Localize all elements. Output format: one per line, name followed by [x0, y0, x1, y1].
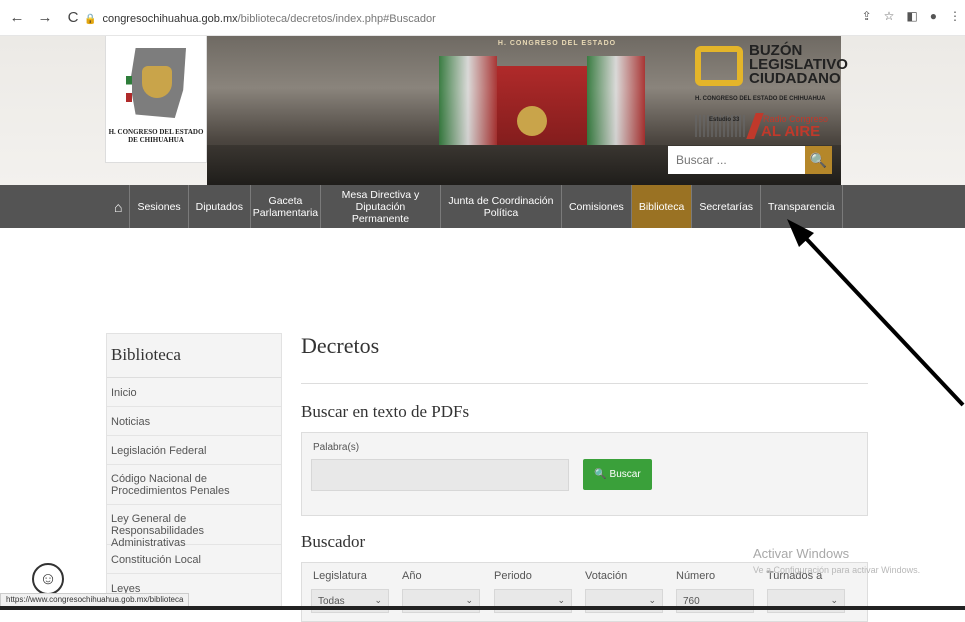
url-path: /biblioteca/decretos/index.php#Buscador	[237, 13, 436, 25]
activate-windows-title: Activar Windows	[753, 546, 850, 561]
url-host: congresochihuahua.gob.mx	[102, 13, 238, 25]
menu-item-junta[interactable]: Junta de Coordinación Política	[439, 185, 561, 228]
taskbar-edge	[0, 606, 965, 610]
menu-item-diputados[interactable]: Diputados	[187, 185, 250, 228]
photo-banner: H. CONGRESO DEL ESTADO	[497, 40, 617, 47]
radio-congreso-banner[interactable]: Estudio 33 Radio Congreso AL AIRE	[695, 113, 837, 140]
buscador-title: Buscador	[301, 532, 366, 551]
sidebar-title: Biblioteca	[107, 334, 281, 378]
sidebar-item-constitucion-local[interactable]: Constitución Local	[107, 545, 281, 574]
menu-item-mesa-directiva[interactable]: Mesa Directiva y Diputación Permanente	[319, 185, 440, 228]
forward-icon[interactable]: →	[34, 9, 56, 26]
menu-item-secretarias[interactable]: Secretarías	[691, 185, 760, 228]
pdf-section-title: Buscar en texto de PDFs	[301, 402, 470, 421]
chevron-down-icon: ⌄	[557, 595, 565, 605]
word-label: Palabra(s)	[313, 442, 360, 453]
logo-text: H. CONGRESO DEL ESTADO DE CHIHUAHUA	[108, 128, 204, 144]
buzon-legislativo-banner[interactable]: BUZÓN LEGISLATIVO CIUDADANO H. CONGRESO …	[695, 43, 848, 106]
sidebar: Biblioteca Inicio Noticias Legislación F…	[106, 333, 282, 610]
chevron-down-icon: ⌄	[465, 595, 473, 605]
menu-item-transparencia[interactable]: Transparencia	[760, 185, 843, 228]
reload-icon[interactable]: C	[62, 9, 84, 26]
filter-label-legislatura: Legislatura	[313, 570, 367, 582]
activate-windows-subtitle: Ve a Configuración para activar Windows.	[753, 565, 921, 575]
panel-icon[interactable]: ◧	[906, 9, 917, 23]
sidebar-item-ley-general[interactable]: Ley General de Responsabilidades Adminis…	[107, 505, 281, 549]
search-icon[interactable]: 🔍	[805, 146, 832, 174]
filter-label-numero: Número	[676, 570, 716, 582]
filter-label-periodo: Periodo	[494, 570, 532, 582]
menu-item-biblioteca[interactable]: Biblioteca	[630, 185, 692, 228]
profile-icon[interactable]: ●	[930, 9, 937, 23]
radio-estudio: Estudio 33	[709, 117, 740, 123]
menu-item-sesiones[interactable]: Sesiones	[129, 185, 187, 228]
mail-icon	[695, 46, 743, 86]
back-icon[interactable]: ←	[6, 9, 28, 26]
sidebar-item-inicio[interactable]: Inicio	[107, 378, 281, 407]
menu-icon[interactable]: ⋮	[949, 9, 961, 23]
buzon-subtitle: H. CONGRESO DEL ESTADO DE CHIHUAHUA	[695, 96, 826, 102]
sidebar-item-legislacion-federal[interactable]: Legislación Federal	[107, 436, 281, 465]
menu-item-comisiones[interactable]: Comisiones	[560, 185, 631, 228]
sidebar-item-codigo-nacional[interactable]: Código Nacional de Procedimientos Penale…	[107, 465, 281, 505]
pdf-search-button[interactable]: 🔍 Buscar	[583, 459, 652, 490]
share-icon[interactable]: ⇪	[862, 9, 872, 23]
search-icon: 🔍	[594, 469, 607, 480]
coat-of-arms-icon	[142, 66, 172, 98]
buzon-line-3: CIUDADANO	[749, 70, 841, 87]
filter-label-ano: Año	[402, 570, 422, 582]
filter-label-votacion: Votación	[585, 570, 628, 582]
header-search-input[interactable]	[668, 146, 805, 174]
status-url: https://www.congresochihuahua.gob.mx/bib…	[0, 593, 190, 607]
sidebar-item-noticias[interactable]: Noticias	[107, 407, 281, 436]
menu-item-gaceta[interactable]: Gaceta Parlamentaria	[249, 185, 320, 228]
main-content: Decretos Buscar en texto de PDFs Palabra…	[301, 333, 868, 622]
lock-icon: 🔒	[84, 13, 97, 25]
accessibility-icon[interactable]: ☺	[32, 563, 64, 595]
main-menu: ⌂ Sesiones Diputados Gaceta Parlamentari…	[0, 185, 965, 228]
flag-ribbon-icon	[126, 76, 132, 102]
pdf-search-input[interactable]	[311, 459, 569, 491]
chevron-down-icon: ⌄	[648, 595, 656, 605]
address-bar[interactable]: 🔒 congresochihuahua.gob.mx /biblioteca/d…	[84, 8, 854, 30]
home-icon[interactable]: ⌂	[107, 185, 129, 228]
pdf-search-panel: Palabra(s) 🔍 Buscar	[301, 432, 868, 516]
chevron-down-icon: ⌄	[830, 595, 838, 605]
chevron-down-icon: ⌄	[374, 595, 382, 605]
header-search: 🔍	[668, 146, 832, 174]
page-title: Decretos	[301, 333, 868, 384]
radio-al-aire: AL AIRE	[761, 123, 821, 140]
seal-icon	[517, 106, 547, 136]
browser-toolbar: ← → C 🔒 congresochihuahua.gob.mx /biblio…	[0, 0, 965, 36]
congress-logo[interactable]: H. CONGRESO DEL ESTADO DE CHIHUAHUA	[105, 36, 207, 163]
star-icon[interactable]: ☆	[884, 9, 895, 23]
